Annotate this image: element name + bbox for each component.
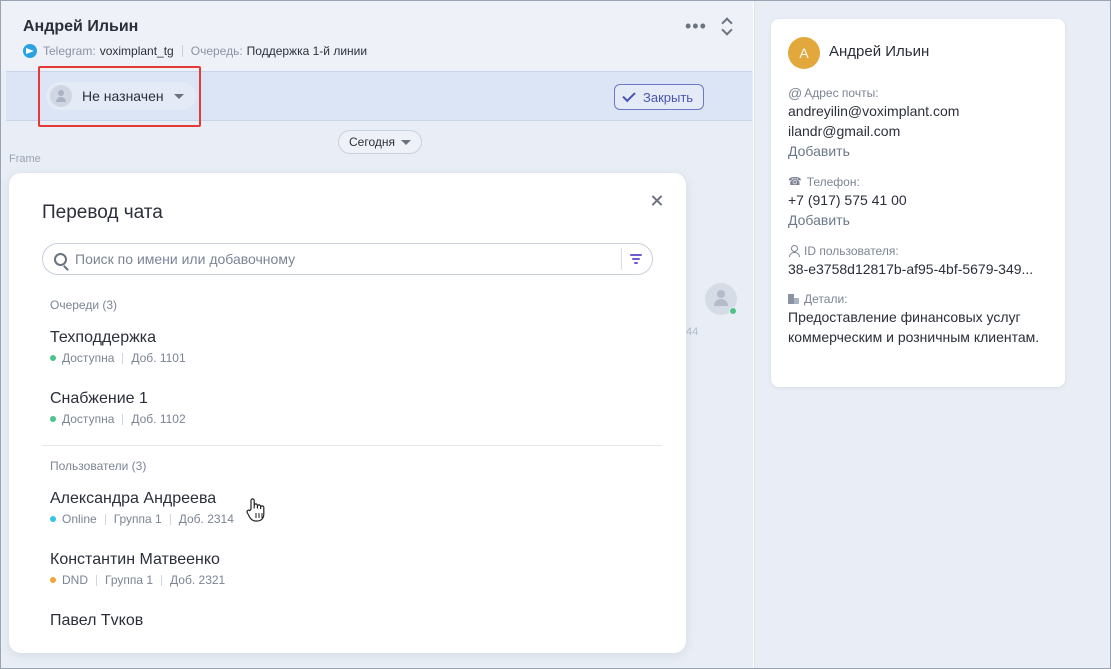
channel-label: Telegram: <box>43 44 96 58</box>
close-chat-label: Закрыть <box>643 89 694 105</box>
close-icon[interactable] <box>649 193 665 209</box>
phone-label: Телефон: <box>806 175 860 189</box>
details-label-row: Детали: <box>788 291 1050 307</box>
user-group: Группа 1 <box>113 512 162 526</box>
queue-item[interactable]: Снабжение 1 Доступна Доб. 1102 <box>42 380 662 441</box>
chevron-down-icon <box>401 139 411 145</box>
user-meta: DND Группа 1 Доб. 2321 <box>50 573 662 587</box>
chat-header: Андрей Ильин ••• Telegram: voximplant_tg… <box>1 1 753 71</box>
add-phone-link[interactable]: Добавить <box>788 210 907 230</box>
queue-name: Техподдержка <box>50 329 157 346</box>
details-label: Детали: <box>804 292 848 306</box>
user-id-value: 38-e3758d12817b-af95-4bf-5679-349... <box>788 261 1034 277</box>
status-dot <box>50 416 56 422</box>
at-icon: @ <box>788 85 803 101</box>
hand-cursor-icon <box>246 498 265 522</box>
search-input[interactable] <box>75 251 621 267</box>
details-section: Детали: Предоставление финансовых услуг … <box>788 291 1050 347</box>
user-id-label-row: ID пользователя: <box>788 243 1033 259</box>
meta-divider <box>181 45 183 57</box>
expand-collapse-icon[interactable] <box>721 17 733 35</box>
email-label-row: @ Адрес почты: <box>788 85 959 101</box>
close-chat-button[interactable]: Закрыть <box>614 84 705 110</box>
user-item[interactable]: Александра Андреева Online Группа 1 Доб.… <box>42 480 662 541</box>
user-status: Online <box>62 512 97 526</box>
chat-contact-name: Андрей Ильин <box>23 18 139 35</box>
user-name: Александра Андреева <box>50 490 217 507</box>
building-icon <box>788 294 799 304</box>
status-dot <box>50 355 56 361</box>
section-divider <box>42 445 662 446</box>
phone-section: ☎ Телефон: +7 (917) 575 41 00 Добавить <box>788 174 907 230</box>
details-value: Предоставление финансовых услуг коммерче… <box>788 309 1040 345</box>
phone-value[interactable]: +7 (917) 575 41 00 <box>788 190 907 210</box>
message-time-fragment: 44 <box>686 326 699 338</box>
user-status: DND <box>62 573 88 587</box>
meta-divider <box>161 574 163 586</box>
user-id-section: ID пользователя: 38-e3758d12817b-af95-4b… <box>788 243 1033 279</box>
assignee-dropdown[interactable]: Не назначен <box>46 82 196 110</box>
user-extension: Доб. 2314 <box>178 512 234 526</box>
online-status-dot <box>729 307 737 315</box>
contact-card-name: Андрей Ильин <box>829 43 930 60</box>
queue-label: Очередь: <box>190 44 243 58</box>
status-dot <box>50 577 56 583</box>
meta-divider <box>122 413 124 425</box>
header-actions: ••• <box>685 17 733 35</box>
add-email-link[interactable]: Добавить <box>788 141 959 161</box>
check-icon <box>622 88 636 103</box>
search-box <box>42 243 653 275</box>
filter-icon[interactable] <box>622 244 652 274</box>
user-group: Группа 1 <box>105 573 154 587</box>
channel-value: voximplant_tg <box>99 44 174 58</box>
queue-status: Доступна <box>62 412 115 426</box>
modal-title: Перевод чата <box>42 202 163 223</box>
chat-meta-line: Telegram: voximplant_tg Очередь: Поддерж… <box>23 44 367 58</box>
more-options-icon[interactable]: ••• <box>685 17 707 35</box>
user-icon <box>788 245 800 257</box>
user-meta: Online Группа 1 Доб. 2314 <box>50 512 662 526</box>
meta-divider <box>96 574 97 586</box>
email-label: Адрес почты: <box>804 86 879 100</box>
phone-icon: ☎ <box>788 176 802 188</box>
email-value[interactable]: ilandr@gmail.com <box>788 121 959 141</box>
phone-label-row: ☎ Телефон: <box>788 174 907 190</box>
queue-value: Поддержка 1-й линии <box>246 44 368 58</box>
queue-meta: Доступна Доб. 1102 <box>50 412 662 426</box>
user-item[interactable]: Константин Матвеенко DND Группа 1 Доб. 2… <box>42 541 662 602</box>
transfer-chat-modal: Перевод чата Очереди (3) Техподдержка До… <box>9 173 686 653</box>
queue-status: Доступна <box>62 351 115 365</box>
queue-meta: Доступна Доб. 1101 <box>50 351 662 365</box>
queue-name: Снабжение 1 <box>50 390 148 407</box>
date-filter[interactable]: Сегодня <box>338 130 422 154</box>
user-extension: Доб. 2321 <box>170 573 226 587</box>
meta-divider <box>122 352 124 364</box>
user-name: Константин Матвеенко <box>50 551 220 568</box>
meta-divider <box>104 513 106 525</box>
contact-card: А Андрей Ильин @ Адрес почты: andreyilin… <box>771 19 1065 387</box>
telegram-icon <box>23 44 37 58</box>
date-label: Сегодня <box>349 135 395 149</box>
meta-divider <box>169 513 171 525</box>
email-value[interactable]: andreyilin@voximplant.com <box>788 101 959 121</box>
frame-label: Frame <box>9 153 41 165</box>
chevron-down-icon <box>173 93 184 99</box>
user-item[interactable]: Павел Тvков <box>42 602 662 653</box>
user-id-label: ID пользователя: <box>804 244 899 258</box>
queue-item[interactable]: Техподдержка Доступна Доб. 1101 <box>42 319 662 380</box>
user-name: Павел Тvков <box>50 612 144 629</box>
person-icon <box>50 85 72 107</box>
search-icon <box>54 252 67 266</box>
queues-section-header: Очереди (3) <box>50 298 118 312</box>
queue-extension: Доб. 1101 <box>131 351 186 365</box>
users-section-header: Пользователи (3) <box>50 459 147 473</box>
avatar: А <box>788 37 820 69</box>
queue-extension: Доб. 1102 <box>131 412 186 426</box>
status-dot <box>50 516 56 522</box>
email-section: @ Адрес почты: andreyilin@voximplant.com… <box>788 85 959 161</box>
transfer-list[interactable]: Очереди (3) Техподдержка Доступна Доб. 1… <box>42 291 662 653</box>
assignee-label: Не назначен <box>82 88 164 104</box>
